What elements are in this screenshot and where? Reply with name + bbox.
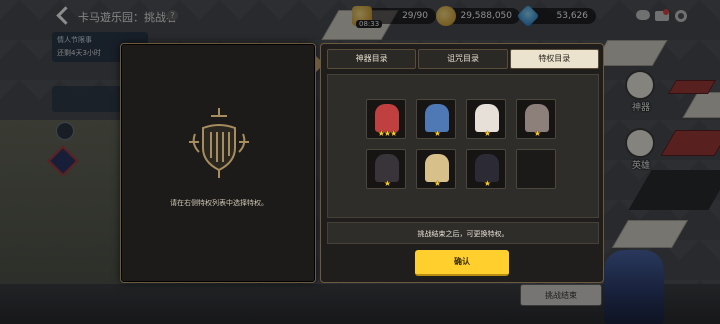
confirm-button[interactable]: 确认 [415, 250, 509, 276]
star-rating: ★ [533, 129, 541, 138]
hero-portrait-icon [375, 154, 399, 182]
star-rating: ★ [483, 179, 491, 188]
hero-portrait-icon [475, 154, 499, 182]
sword-shield-emblem-icon [189, 108, 249, 178]
privilege-detail-panel: 请在右侧特权列表中选择特权。 [120, 43, 316, 283]
hero-portrait-icon [425, 154, 449, 182]
star-rating: ★ [383, 179, 391, 188]
hero-portrait-icon [525, 104, 549, 132]
star-rating: ★ [433, 179, 441, 188]
empty-privilege-slot [516, 149, 556, 189]
star-rating: ★★★ [377, 129, 398, 138]
catalog-tabs: 神器目录 诅咒目录 特权目录 [327, 49, 599, 69]
privilege-slot[interactable]: ★ [416, 149, 456, 189]
privilege-slot[interactable]: ★★★ [366, 99, 406, 139]
privilege-slot[interactable]: ★ [516, 99, 556, 139]
tab-curses[interactable]: 诅咒目录 [418, 49, 508, 69]
hero-portrait-icon [475, 104, 499, 132]
privilege-slot[interactable]: ★ [416, 99, 456, 139]
star-rating: ★ [483, 129, 491, 138]
star-rating: ★ [433, 129, 441, 138]
hero-portrait-icon [375, 104, 399, 132]
hero-portrait-icon [425, 104, 449, 132]
catalog-panel: 神器目录 诅咒目录 特权目录 ★★★ ★ ★ ★ ★ ★ ★ 挑战结束之后，可更… [320, 43, 604, 283]
tab-privileges[interactable]: 特权目录 [509, 49, 599, 69]
privilege-slot[interactable]: ★ [366, 149, 406, 189]
privilege-slot[interactable]: ★ [466, 99, 506, 139]
privilege-slot[interactable]: ★ [466, 149, 506, 189]
info-message: 挑战结束之后，可更换特权。 [327, 222, 599, 244]
privilege-grid: ★★★ ★ ★ ★ ★ ★ ★ [327, 74, 599, 218]
tab-artifacts[interactable]: 神器目录 [327, 49, 417, 69]
selection-hint: 请在右侧特权列表中选择特权。 [170, 199, 268, 207]
